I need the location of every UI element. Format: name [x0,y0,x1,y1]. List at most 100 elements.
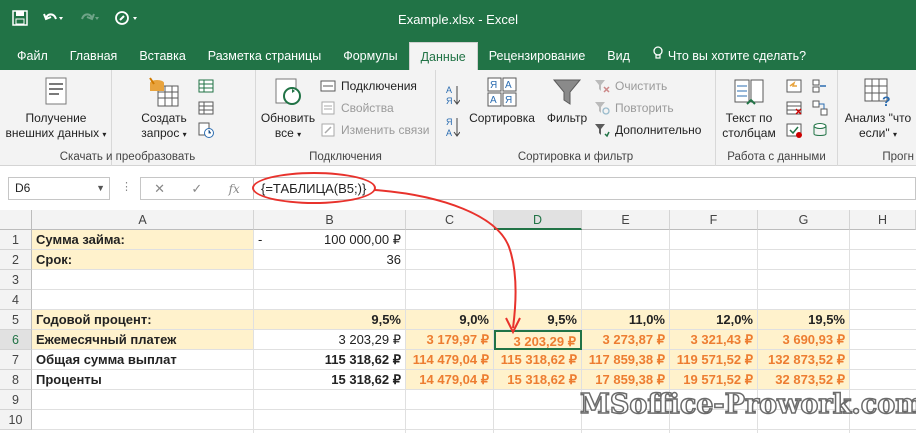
row-header-1[interactable]: 1 [0,230,32,250]
cell-d5[interactable]: 9,5% [494,310,582,330]
column-header-f[interactable]: F [670,210,758,230]
tab-view[interactable]: Вид [596,42,641,70]
cell-c5[interactable]: 9,0% [406,310,494,330]
connections-button[interactable]: Подключения [320,76,417,96]
tab-page-layout[interactable]: Разметка страницы [197,42,332,70]
recent-sources-icon[interactable] [198,122,214,138]
name-box-dropdown-icon[interactable]: ▼ [96,178,105,199]
cell-e6[interactable]: 3 273,87 ₽ [582,330,670,350]
column-header-h[interactable]: H [850,210,916,230]
cell-b6[interactable]: 3 203,29 ₽ [254,330,406,350]
column-header-e[interactable]: E [582,210,670,230]
column-header-g[interactable]: G [758,210,850,230]
enter-icon[interactable]: ✓ [191,181,202,197]
link-icon [320,122,336,138]
cell-d8[interactable]: 15 318,62 ₽ [494,370,582,390]
cell-g8[interactable]: 32 873,52 ₽ [758,370,850,390]
cell-b2[interactable]: 36 [254,250,406,270]
cell-e8[interactable]: 17 859,38 ₽ [582,370,670,390]
cell-d7[interactable]: 115 318,62 ₽ [494,350,582,370]
cell-d6[interactable]: 3 203,29 ₽ [494,330,582,350]
cell-f8[interactable]: 19 571,52 ₽ [670,370,758,390]
properties-button[interactable]: Свойства [320,98,394,118]
cancel-icon[interactable]: ✕ [154,181,165,197]
get-external-data-button[interactable]: Получение внешних данных ▾ [4,76,108,142]
filter-button[interactable]: Фильтр [540,76,594,126]
cell-g5[interactable]: 19,5% [758,310,850,330]
edit-links-button[interactable]: Изменить связи [320,120,429,140]
row-header-9[interactable]: 9 [0,390,32,410]
show-queries-icon[interactable] [198,78,214,94]
cell-g6[interactable]: 3 690,93 ₽ [758,330,850,350]
row-header-3[interactable]: 3 [0,270,32,290]
consolidate-icon[interactable] [812,78,828,94]
formula-bar-grip-icon[interactable]: ⋮ [121,180,133,193]
row-header-6[interactable]: 6 [0,330,32,350]
row-header-4[interactable]: 4 [0,290,32,310]
insert-function-icon[interactable]: fx [229,182,240,196]
refresh-all-button[interactable]: Обновить все ▾ [258,76,318,142]
clear-filter-button[interactable]: Очистить [594,76,667,96]
sort-desc-icon[interactable]: ЯА [446,116,461,138]
cell-c7[interactable]: 114 479,04 ₽ [406,350,494,370]
cell-b5[interactable]: 9,5% [254,310,406,330]
group-connections: Обновить все ▾ Подключения Свойства Изме… [256,70,436,166]
column-header-b[interactable]: B [254,210,406,230]
cell-f6[interactable]: 3 321,43 ₽ [670,330,758,350]
cell-c8[interactable]: 14 479,04 ₽ [406,370,494,390]
data-validation-icon[interactable] [786,122,802,138]
edit-links-label: Изменить связи [341,123,430,137]
cell-a1[interactable]: Сумма займа: [32,230,254,250]
row-header-7[interactable]: 7 [0,350,32,370]
row-header-5[interactable]: 5 [0,310,32,330]
cell-a5[interactable]: Годовой процент: [32,310,254,330]
refresh-line2: все [274,126,294,140]
advanced-filter-icon [594,122,610,138]
group-get-transform: Создать запрос ▾ Скачать и преобразовать [60,70,256,166]
tab-formulas[interactable]: Формулы [332,42,408,70]
sort-button[interactable]: ЯААЯ Сортировка [466,76,538,126]
what-if-analysis-button[interactable]: ? Анализ "что если" ▾ [840,76,916,142]
from-table-icon[interactable] [198,100,214,116]
cell-a2[interactable]: Срок: [32,250,254,270]
cell-f5[interactable]: 12,0% [670,310,758,330]
sort-asc-icon[interactable]: АЯ [446,84,461,106]
cell-b1[interactable]: - 100 000,00 ₽ [254,230,406,250]
cell-e7[interactable]: 117 859,38 ₽ [582,350,670,370]
tab-insert[interactable]: Вставка [128,42,196,70]
tab-data[interactable]: Данные [408,42,478,70]
cell-a7[interactable]: Общая сумма выплат [32,350,254,370]
cell-b7[interactable]: 115 318,62 ₽ [254,350,406,370]
cell-b8[interactable]: 15 318,62 ₽ [254,370,406,390]
get-external-line1: Получение [25,111,87,125]
cell-a6[interactable]: Ежемесячный платеж [32,330,254,350]
text-to-columns-button[interactable]: Текст по столбцам [718,76,780,141]
cell-g7[interactable]: 132 873,52 ₽ [758,350,850,370]
tab-review[interactable]: Рецензирование [478,42,597,70]
flash-fill-icon[interactable] [786,78,802,94]
tab-file[interactable]: Файл [6,42,59,70]
svg-text:Я: Я [490,80,497,91]
cell-f7[interactable]: 119 571,52 ₽ [670,350,758,370]
reapply-button[interactable]: Повторить [594,98,674,118]
column-header-c[interactable]: C [406,210,494,230]
cell-e5[interactable]: 11,0% [582,310,670,330]
relationships-icon[interactable] [812,100,828,116]
advanced-filter-button[interactable]: Дополнительно [594,120,701,140]
column-header-d[interactable]: D [494,210,582,230]
name-box[interactable]: D6 ▼ [8,177,110,200]
cell-a8[interactable]: Проценты [32,370,254,390]
new-query-button[interactable]: Создать запрос ▾ [132,76,196,142]
column-header-a[interactable]: A [32,210,254,230]
properties-label: Свойства [341,101,394,115]
row-header-2[interactable]: 2 [0,250,32,270]
row-header-8[interactable]: 8 [0,370,32,390]
select-all-corner[interactable] [0,210,32,230]
data-model-icon[interactable] [812,122,828,138]
tell-me-box[interactable]: Что вы хотите сделать? [641,42,817,70]
svg-text:А: А [505,80,512,91]
row-header-10[interactable]: 10 [0,410,32,430]
tab-home[interactable]: Главная [59,42,129,70]
cell-c6[interactable]: 3 179,97 ₽ [406,330,494,350]
remove-duplicates-icon[interactable] [786,100,802,116]
